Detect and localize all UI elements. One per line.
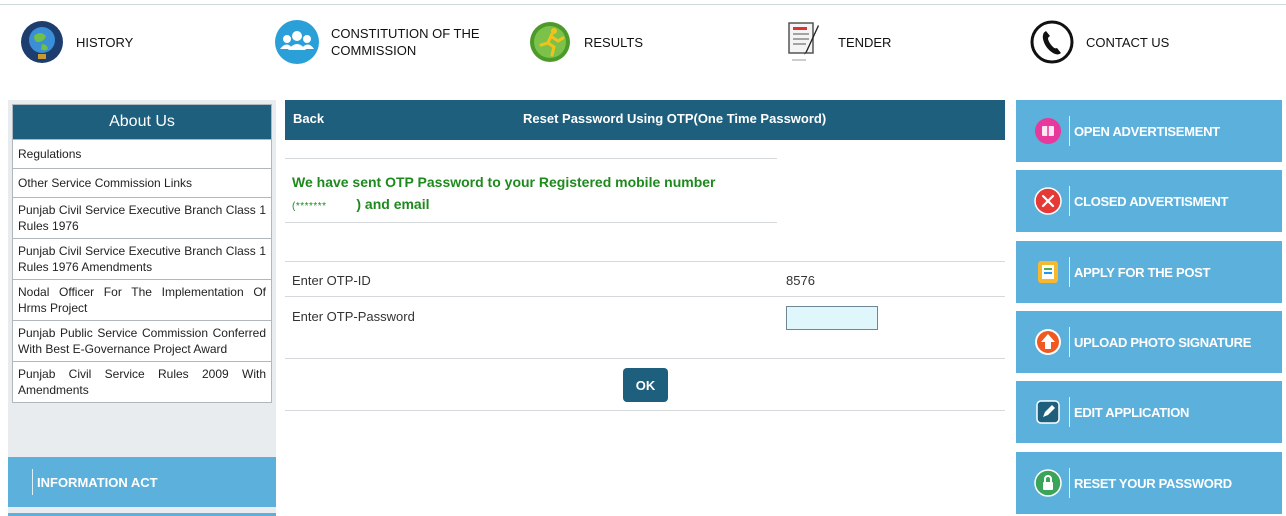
upload-photo-signature-button[interactable]: UPLOAD PHOTO SIGNATURE (1016, 311, 1282, 373)
otp-id-value: 8576 (786, 273, 815, 288)
divider (1069, 327, 1070, 357)
nav-label: CONTACT US (1086, 34, 1170, 50)
menu-label: CLOSED ADVERTISMENT (1074, 193, 1229, 209)
close-circle-icon (1033, 186, 1063, 216)
divider (1069, 116, 1070, 146)
divider (285, 358, 1005, 359)
information-act-label: INFORMATION ACT (37, 474, 158, 490)
nav-label: CONSTITUTION OF THE COMMISSION (331, 26, 480, 58)
ok-button[interactable]: OK (623, 368, 668, 402)
menu-label: OPEN ADVERTISEMENT (1074, 123, 1220, 139)
about-item-rules-1976[interactable]: Punjab Civil Service Executive Branch Cl… (13, 197, 271, 238)
about-item-rules-1976-amendments[interactable]: Punjab Civil Service Executive Branch Cl… (13, 238, 271, 279)
about-us-title: About Us (13, 105, 271, 139)
divider (285, 222, 777, 223)
nav-constitution[interactable]: CONSTITUTION OF THE COMMISSION (273, 18, 481, 66)
divider (285, 158, 777, 159)
book-icon (1033, 116, 1063, 146)
otp-password-input[interactable] (786, 306, 878, 330)
nav-contact[interactable]: CONTACT US (1028, 18, 1169, 66)
nav-label: RESULTS (584, 34, 643, 50)
reset-password-button[interactable]: RESET YOUR PASSWORD (1016, 452, 1282, 514)
closed-advertisement-button[interactable]: CLOSED ADVERTISMENT (1016, 170, 1282, 232)
otp-password-label: Enter OTP-Password (292, 309, 415, 324)
about-item-rules-2009[interactable]: Punjab Civil Service Rules 2009 With Ame… (13, 361, 271, 402)
nav-label: TENDER (838, 34, 892, 50)
divider (285, 261, 1005, 262)
message-line1: We have sent OTP Password to your Regist… (292, 174, 716, 190)
message-email: ) and email (356, 196, 430, 212)
runner-icon (526, 18, 574, 66)
divider (285, 410, 1005, 411)
form-icon (1033, 257, 1063, 287)
menu-label: UPLOAD PHOTO SIGNATURE (1074, 334, 1252, 350)
phone-icon (1028, 18, 1076, 66)
about-us-panel: About Us Regulations Other Service Commi… (12, 104, 272, 403)
nav-label: HISTORY (76, 34, 134, 50)
about-item-regulations[interactable]: Regulations (13, 139, 271, 168)
document-pen-icon (780, 18, 828, 66)
nav-history[interactable]: HISTORY (18, 18, 133, 66)
top-nav: HISTORY CONSTITUTION OF THE COMMISSION R… (0, 18, 1286, 78)
menu-label: EDIT APPLICATION (1074, 404, 1190, 420)
left-sidebar: About Us Regulations Other Service Commi… (8, 100, 276, 516)
about-item-other-links[interactable]: Other Service Commission Links (13, 168, 271, 197)
globe-icon (18, 18, 66, 66)
divider (32, 469, 33, 495)
divider (285, 296, 1005, 297)
top-border (0, 4, 1286, 5)
apply-for-post-button[interactable]: APPLY FOR THE POST (1016, 241, 1282, 303)
message-line2: (******* ) and email (292, 193, 762, 218)
reset-header: Back Reset Password Using OTP(One Time P… (285, 100, 1005, 140)
menu-label: RESET YOUR PASSWORD (1074, 475, 1232, 491)
page-title: Reset Password Using OTP(One Time Passwo… (523, 111, 827, 126)
otp-id-label: Enter OTP-ID (292, 273, 371, 288)
otp-sent-message: We have sent OTP Password to your Regist… (292, 171, 762, 218)
back-link[interactable]: Back (293, 111, 324, 126)
menu-label: APPLY FOR THE POST (1074, 264, 1211, 280)
nav-results[interactable]: RESULTS (526, 18, 643, 66)
edit-icon (1033, 397, 1063, 427)
lock-icon (1033, 468, 1063, 498)
divider (1069, 468, 1070, 498)
open-advertisement-button[interactable]: OPEN ADVERTISEMENT (1016, 100, 1282, 162)
information-act-button[interactable]: INFORMATION ACT (8, 457, 276, 507)
about-item-egovernance-award[interactable]: Punjab Public Service Commission Conferr… (13, 320, 271, 361)
masked-number: (******* (292, 201, 327, 212)
nav-tender[interactable]: TENDER (780, 18, 891, 66)
divider (1069, 257, 1070, 287)
about-item-nodal-officer[interactable]: Nodal Officer For The Implementation Of … (13, 279, 271, 320)
edit-application-button[interactable]: EDIT APPLICATION (1016, 381, 1282, 443)
divider (1069, 397, 1070, 427)
divider (1069, 186, 1070, 216)
upload-arrow-icon (1033, 327, 1063, 357)
people-icon (273, 18, 321, 66)
